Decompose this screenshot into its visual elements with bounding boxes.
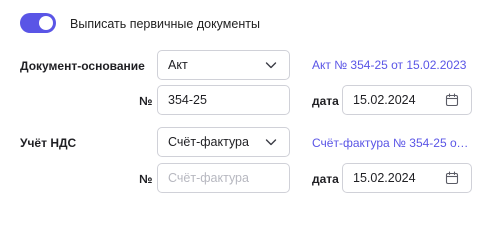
basis-document-link[interactable]: Акт № 354-25 от 15.02.2023: [312, 58, 470, 72]
toggle-knob: [39, 16, 53, 30]
basis-date-label: дата: [312, 94, 339, 108]
primary-docs-toggle[interactable]: [20, 13, 56, 33]
chevron-down-icon: [265, 139, 277, 146]
vat-date-input[interactable]: 15.02.2024: [342, 163, 472, 193]
vat-document-link[interactable]: Счёт-фактура № 354-25 от 15.02.2024: [312, 136, 470, 150]
basis-number-value: 354-25: [168, 93, 207, 107]
basis-label: Документ-основание: [20, 59, 145, 73]
chevron-down-icon: [265, 62, 277, 69]
basis-number-input[interactable]: 354-25: [157, 85, 290, 115]
vat-select-value: Счёт-фактура: [168, 135, 249, 149]
basis-date-value: 15.02.2024: [353, 93, 416, 107]
vat-label: Учёт НДС: [20, 136, 77, 150]
calendar-icon[interactable]: [445, 93, 459, 107]
basis-date-input[interactable]: 15.02.2024: [342, 85, 472, 115]
vat-date-label: дата: [312, 172, 339, 186]
calendar-icon[interactable]: [445, 171, 459, 185]
vat-date-value: 15.02.2024: [353, 171, 416, 185]
vat-select[interactable]: Счёт-фактура: [157, 127, 290, 157]
basis-number-label: №: [139, 94, 153, 108]
basis-select-value: Акт: [168, 58, 188, 72]
vat-number-placeholder: Счёт-фактура: [168, 171, 249, 185]
vat-number-label: №: [139, 172, 153, 186]
primary-docs-toggle-label: Выписать первичные документы: [70, 17, 260, 31]
basis-select[interactable]: Акт: [157, 50, 290, 80]
vat-number-input[interactable]: Счёт-фактура: [157, 163, 290, 193]
